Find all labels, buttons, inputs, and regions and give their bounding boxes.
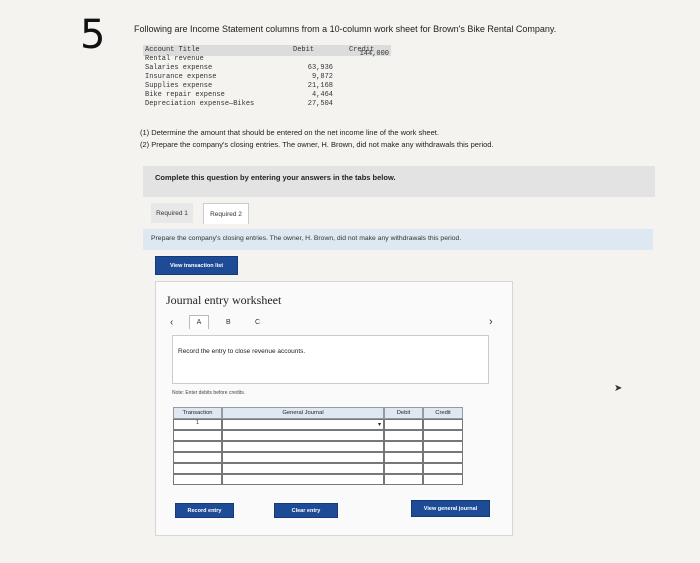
entry-tab-b[interactable]: B: [226, 319, 231, 326]
credit-input[interactable]: [423, 419, 463, 430]
debit-input[interactable]: [384, 441, 423, 452]
account-name: Bike repair expense: [145, 91, 225, 99]
journal-entry-worksheet: Journal entry worksheet ‹ A B C › Record…: [155, 281, 513, 536]
debit-value: 21,168: [307, 82, 333, 90]
credit-input[interactable]: [423, 463, 463, 474]
chevron-right-icon[interactable]: ›: [489, 316, 493, 328]
income-statement-table: Account Title Debit Credit Rental revenu…: [143, 45, 391, 108]
question-number: 5: [80, 12, 106, 58]
chevron-left-icon[interactable]: ‹: [170, 317, 173, 328]
record-instruction: Record the entry to close revenue accoun…: [178, 348, 306, 355]
general-journal-column-header: General Journal: [222, 407, 384, 419]
tab-required-2[interactable]: Required 2: [203, 203, 249, 224]
complete-question-banner: Complete this question by entering your …: [143, 166, 655, 197]
transaction-number-cell: [173, 474, 222, 485]
table-row: Rental revenue 144,000: [143, 50, 391, 63]
transaction-number-cell: [173, 430, 222, 441]
debit-value: 4,464: [311, 91, 333, 99]
account-name: Rental revenue: [145, 55, 204, 63]
worksheet-title: Journal entry worksheet: [166, 293, 282, 307]
mouse-cursor-icon: ➤: [614, 383, 623, 394]
credit-input[interactable]: [423, 430, 463, 441]
account-name: Depreciation expense—Bikes: [145, 100, 255, 108]
account-select[interactable]: [222, 441, 384, 452]
instruction-2: (2) Prepare the company's closing entrie…: [140, 140, 494, 149]
debits-note: Note: Enter debits before credits.: [172, 390, 246, 396]
account-select[interactable]: [222, 452, 384, 463]
credit-value: 144,000: [359, 50, 389, 58]
account-name: Insurance expense: [145, 73, 217, 81]
table-row: Depreciation expense—Bikes 27,504: [143, 99, 391, 108]
table-row: Bike repair expense 4,464: [143, 90, 391, 99]
table-row: Insurance expense 9,872: [143, 72, 391, 81]
debit-input[interactable]: [384, 463, 423, 474]
account-select[interactable]: [222, 474, 384, 485]
credit-input[interactable]: [423, 474, 463, 485]
record-instruction-box: Record the entry to close revenue accoun…: [172, 335, 489, 384]
account-title-header: Account Title: [145, 46, 200, 54]
account-select[interactable]: [222, 430, 384, 441]
transaction-number-cell: [173, 463, 222, 474]
complete-text: Complete this question by entering your …: [155, 173, 396, 182]
credit-input[interactable]: [423, 452, 463, 463]
debit-input[interactable]: [384, 430, 423, 441]
debit-input[interactable]: [384, 419, 423, 430]
transaction-number-cell: 1: [173, 419, 222, 430]
account-name: Supplies expense: [145, 82, 213, 90]
debit-value: 27,504: [307, 100, 333, 108]
prepare-instruction-bar: Prepare the company's closing entries. T…: [143, 229, 653, 250]
debit-column-header: Debit: [384, 407, 423, 419]
debit-value: 9,872: [311, 73, 333, 81]
instruction-1: (1) Determine the amount that should be …: [140, 128, 439, 137]
entry-tab-a[interactable]: A: [189, 315, 209, 329]
view-transaction-list-button[interactable]: View transaction list: [155, 256, 238, 275]
table-row: Supplies expense 21,168: [143, 81, 391, 90]
account-select[interactable]: [222, 463, 384, 474]
entry-tab-c[interactable]: C: [255, 319, 260, 326]
debit-input[interactable]: [384, 474, 423, 485]
chevron-down-icon: ▾: [377, 422, 381, 428]
prepare-text: Prepare the company's closing entries. T…: [151, 235, 462, 242]
tab-required-1[interactable]: Required 1: [151, 203, 193, 223]
credit-input[interactable]: [423, 441, 463, 452]
account-select[interactable]: ▾: [222, 419, 384, 430]
account-name: Salaries expense: [145, 64, 213, 72]
transaction-number-cell: [173, 452, 222, 463]
debit-value: 63,936: [307, 64, 333, 72]
transaction-column-header: Transaction: [173, 407, 222, 419]
credit-column-header: Credit: [423, 407, 463, 419]
transaction-number-cell: [173, 441, 222, 452]
debit-header: Debit: [293, 46, 315, 54]
debit-input[interactable]: [384, 452, 423, 463]
intro-text: Following are Income Statement columns f…: [134, 24, 557, 34]
clear-entry-button[interactable]: Clear entry: [274, 503, 338, 518]
view-general-journal-button[interactable]: View general journal: [411, 500, 490, 517]
record-entry-button[interactable]: Record entry: [175, 503, 234, 518]
table-row: Salaries expense 63,936: [143, 63, 391, 72]
